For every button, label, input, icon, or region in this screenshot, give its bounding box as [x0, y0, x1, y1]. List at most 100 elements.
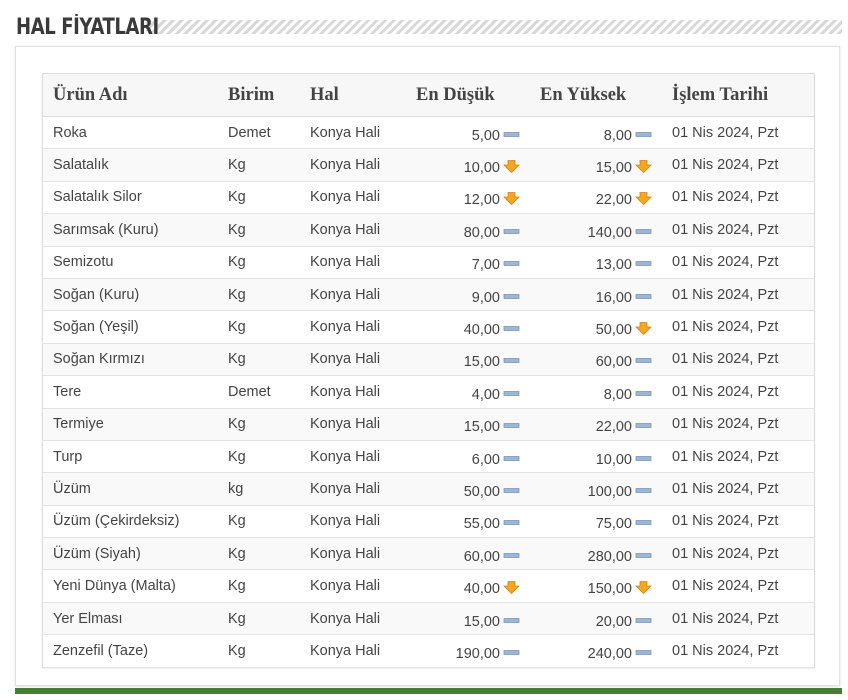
down-arrow-icon — [635, 192, 652, 206]
lowest-price-cell: 4,00 — [406, 375, 530, 409]
stable-icon — [635, 225, 652, 238]
stable-icon — [503, 516, 520, 529]
date-cell: 01 Nis 2024, Pzt — [662, 213, 815, 247]
unit-cell: Kg — [218, 213, 300, 247]
highest-price-wrap: 10,00 — [596, 449, 652, 468]
footer-accent-bar — [15, 688, 842, 694]
lowest-price-cell: 7,00 — [406, 246, 530, 279]
unit-cell: Kg — [218, 569, 300, 603]
lowest-price-cell: 6,00 — [406, 440, 530, 474]
lowest-price-wrap: 190,00 — [456, 643, 520, 662]
date-cell: 01 Nis 2024, Pzt — [662, 408, 815, 441]
product-name-cell: Zenzefil (Taze) — [42, 634, 218, 668]
lowest-price-wrap: 12,00 — [464, 189, 520, 208]
lowest-price-cell: 15,00 — [406, 602, 530, 636]
table-header-row: Ürün Adı Birim Hal En Düşük En Yüksek İş… — [42, 73, 815, 117]
highest-price-cell: 22,00 — [530, 181, 662, 215]
highest-price-value: 75,00 — [595, 516, 632, 533]
table-row: Zenzefil (Taze) Kg Konya Hali 190,00 240,00 0… — [42, 634, 815, 668]
unit-cell: Kg — [218, 408, 300, 441]
table-row: Üzüm kg Konya Hali 50,00 100,00 01 Nis 2024, … — [42, 472, 815, 506]
product-name-cell: Yer Elması — [42, 602, 218, 636]
highest-price-wrap: 240,00 — [588, 643, 652, 662]
unit-cell: Kg — [218, 602, 300, 636]
lowest-price-value: 15,00 — [463, 419, 500, 436]
unit-cell: Kg — [218, 278, 300, 312]
highest-price-wrap: 280,00 — [588, 546, 652, 565]
page-title: HAL FİYATLARI — [16, 14, 159, 40]
lowest-price-value: 50,00 — [463, 483, 500, 500]
highest-price-cell: 10,00 — [530, 440, 662, 474]
product-name-cell: Üzüm (Çekirdeksiz) — [42, 505, 218, 539]
highest-price-wrap: 13,00 — [596, 254, 652, 273]
table-row: Soğan (Kuru) Kg Konya Hali 9,00 16,00 01 Nis … — [42, 278, 815, 312]
lowest-price-wrap: 15,00 — [463, 416, 520, 436]
lowest-price-wrap: 10,00 — [464, 157, 520, 176]
date-cell: 01 Nis 2024, Pzt — [662, 634, 815, 668]
highest-price-value: 16,00 — [595, 289, 632, 306]
date-cell: 01 Nis 2024, Pzt — [662, 505, 815, 539]
lowest-price-wrap: 50,00 — [463, 481, 520, 500]
lowest-price-cell: 80,00 — [406, 213, 530, 247]
product-name-cell: Sarımsak (Kuru) — [42, 213, 218, 247]
highest-price-cell: 50,00 — [530, 310, 662, 344]
lowest-price-cell: 10,00 — [406, 148, 530, 182]
product-name-cell: Yeni Dünya (Malta) — [42, 569, 218, 603]
highest-price-wrap: 15,00 — [596, 157, 652, 176]
market-cell: Konya Hali — [300, 213, 406, 247]
highest-price-value: 150,00 — [587, 581, 632, 598]
market-cell: Konya Hali — [300, 181, 406, 215]
product-name-cell: Salatalık — [42, 148, 218, 182]
stable-icon — [635, 614, 652, 627]
stable-icon — [635, 354, 652, 367]
lowest-price-wrap: 5,00 — [472, 125, 520, 144]
stable-icon — [503, 322, 520, 335]
column-header-date: İşlem Tarihi — [662, 73, 815, 117]
unit-cell: Kg — [218, 505, 300, 539]
lowest-price-wrap: 9,00 — [472, 287, 520, 306]
stable-icon — [635, 128, 652, 141]
highest-price-value: 50,00 — [595, 322, 632, 339]
header-stripes — [146, 20, 842, 34]
stable-icon — [635, 516, 652, 529]
stable-icon — [503, 225, 520, 238]
highest-price-cell: 140,00 — [530, 213, 662, 247]
market-cell: Konya Hali — [300, 278, 406, 312]
date-cell: 01 Nis 2024, Pzt — [662, 116, 815, 150]
stable-icon — [635, 387, 652, 400]
highest-price-wrap: 140,00 — [588, 222, 652, 241]
down-arrow-icon — [503, 192, 520, 206]
date-cell: 01 Nis 2024, Pzt — [662, 310, 815, 344]
lowest-price-wrap: 4,00 — [472, 384, 520, 403]
market-cell: Konya Hali — [300, 634, 406, 668]
column-header-market: Hal — [300, 73, 406, 117]
stable-icon — [503, 452, 520, 465]
date-cell: 01 Nis 2024, Pzt — [662, 537, 815, 571]
lowest-price-wrap: 55,00 — [464, 513, 520, 532]
market-cell: Konya Hali — [300, 343, 406, 377]
highest-price-wrap: 20,00 — [596, 611, 652, 630]
product-name-cell: Üzüm (Siyah) — [42, 537, 218, 571]
column-header-unit: Birim — [218, 73, 300, 117]
lowest-price-cell: 12,00 — [406, 181, 530, 215]
highest-price-cell: 13,00 — [530, 246, 662, 279]
highest-price-value: 60,00 — [595, 354, 632, 371]
date-cell: 01 Nis 2024, Pzt — [662, 343, 815, 377]
highest-price-cell: 280,00 — [530, 537, 662, 571]
highest-price-wrap: 8,00 — [604, 384, 652, 403]
table-row: Semizotu Kg Konya Hali 7,00 13,00 01 Nis 2024… — [42, 246, 815, 279]
lowest-price-wrap: 15,00 — [464, 351, 520, 370]
stable-icon — [503, 387, 520, 400]
unit-cell: Kg — [218, 246, 300, 279]
table-row: Üzüm (Çekirdeksiz) Kg Konya Hali 55,00 75,00… — [42, 505, 815, 539]
highest-price-wrap: 60,00 — [595, 351, 652, 371]
table-row: Yeni Dünya (Malta) Kg Konya Hali 40,00 150,0… — [42, 569, 815, 603]
highest-price-wrap: 22,00 — [596, 189, 652, 208]
product-name-cell: Üzüm — [42, 472, 218, 506]
highest-price-value: 100,00 — [587, 483, 632, 500]
date-cell: 01 Nis 2024, Pzt — [662, 181, 815, 215]
section-header: HAL FİYATLARI — [16, 12, 842, 42]
lowest-price-value: 40,00 — [463, 581, 500, 598]
lowest-price-cell: 60,00 — [406, 537, 530, 571]
table-row: Soğan (Yeşil) Kg Konya Hali 40,00 50,00 01 Ni… — [42, 310, 815, 344]
